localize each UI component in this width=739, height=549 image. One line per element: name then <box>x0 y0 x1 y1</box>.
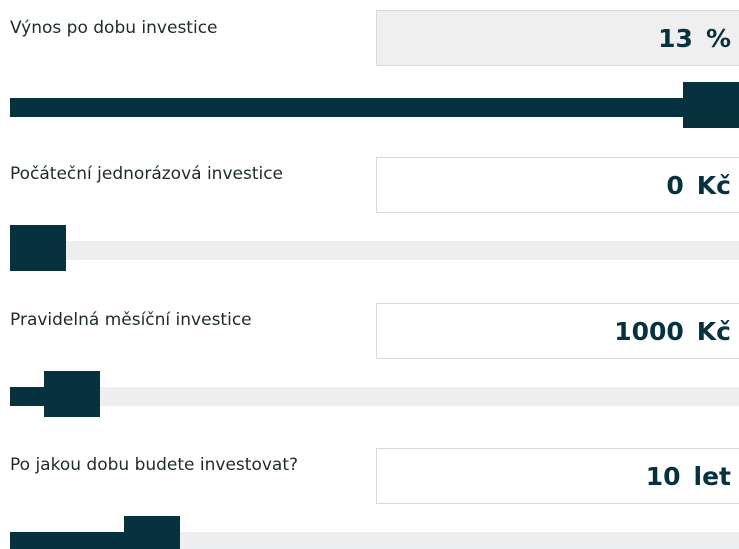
field-duration: Po jakou dobu budete investovat? 10 let <box>0 448 739 549</box>
initial-investment-input[interactable]: 0 Kč <box>376 157 739 213</box>
return-slider[interactable] <box>10 82 739 128</box>
duration-slider-thumb[interactable] <box>124 516 180 549</box>
duration-input[interactable]: 10 let <box>376 448 739 504</box>
monthly-investment-slider-thumb[interactable] <box>44 371 100 417</box>
return-slider-fill <box>10 98 711 117</box>
monthly-investment-slider-track[interactable] <box>10 387 739 406</box>
field-initial-investment: Počáteční jednorázová investice 0 Kč <box>0 157 739 274</box>
monthly-investment-unit: Kč <box>696 316 731 346</box>
initial-investment-slider[interactable] <box>10 225 739 271</box>
field-return: Výnos po dobu investice 13 % <box>0 10 739 128</box>
monthly-investment-input[interactable]: 1000 Kč <box>376 303 739 359</box>
return-value: 13 <box>658 23 693 53</box>
monthly-investment-slider[interactable] <box>10 371 739 417</box>
duration-slider[interactable] <box>10 516 739 549</box>
initial-investment-slider-thumb[interactable] <box>10 225 66 271</box>
initial-investment-unit: Kč <box>696 170 731 200</box>
field-monthly-investment: Pravidelná měsíční investice 1000 Kč <box>0 303 739 420</box>
duration-label: Po jakou dobu budete investovat? <box>10 455 299 475</box>
return-value-box: 13 % <box>376 10 739 66</box>
initial-investment-label: Počáteční jednorázová investice <box>10 164 284 184</box>
monthly-investment-label: Pravidelná měsíční investice <box>10 310 252 330</box>
investment-calculator: Výnos po dobu investice 13 % Počáteční j… <box>0 0 739 549</box>
duration-value: 10 <box>645 461 681 491</box>
initial-investment-slider-track[interactable] <box>10 241 739 260</box>
return-slider-thumb[interactable] <box>683 82 739 128</box>
duration-unit: let <box>693 461 731 491</box>
initial-investment-value: 0 <box>666 170 684 200</box>
monthly-investment-value: 1000 <box>614 316 684 346</box>
return-label: Výnos po dobu investice <box>10 18 218 38</box>
return-unit: % <box>705 23 731 53</box>
